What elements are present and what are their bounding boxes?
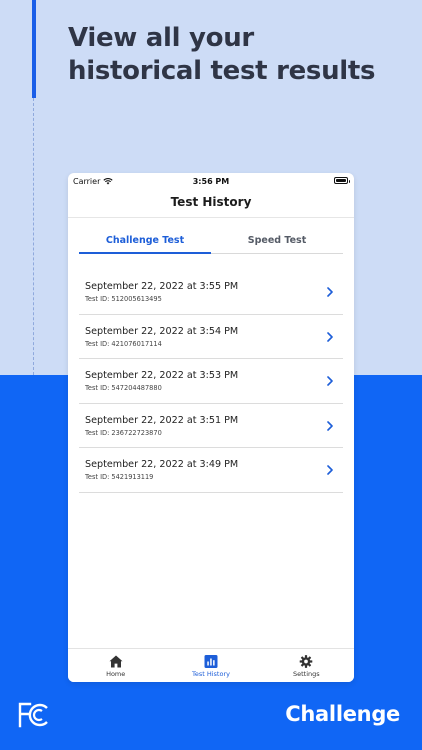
chevron-right-icon <box>327 376 333 386</box>
nav-divider <box>68 217 354 218</box>
list-item[interactable]: September 22, 2022 at 3:49 PM Test ID: 5… <box>79 448 343 493</box>
dashed-guide-line <box>33 98 34 375</box>
result-test-id: Test ID: 5421913119 <box>85 473 154 481</box>
phone-screen: Carrier 3:56 PM Test History Challenge T… <box>68 173 354 682</box>
result-test-id: Test ID: 512005613495 <box>85 295 162 303</box>
result-date: September 22, 2022 at 3:53 PM <box>85 370 239 381</box>
bottom-tab-bar: Home Test History Settings <box>68 648 354 682</box>
chart-icon <box>204 655 218 668</box>
list-item[interactable]: September 22, 2022 at 3:54 PM Test ID: 4… <box>79 315 343 359</box>
tabbar-item-test-history[interactable]: Test History <box>163 649 258 682</box>
tabbar-item-home[interactable]: Home <box>68 649 163 682</box>
result-date: September 22, 2022 at 3:54 PM <box>85 325 239 337</box>
result-date: September 22, 2022 at 3:49 PM <box>85 459 239 470</box>
result-test-id: Test ID: 547204487880 <box>85 384 162 392</box>
tabbar-label-home: Home <box>106 670 126 678</box>
fcc-logo <box>18 702 48 728</box>
battery-icon <box>334 177 350 184</box>
tab-speed-test[interactable]: Speed Test <box>211 233 343 253</box>
promo-headline: View all your historical test results <box>68 23 376 86</box>
home-icon <box>109 655 123 668</box>
results-list: September 22, 2022 at 3:55 PM Test ID: 5… <box>79 270 343 493</box>
nav-title: Test History <box>170 195 252 209</box>
accent-bar <box>32 0 36 98</box>
chevron-right-icon <box>327 331 333 342</box>
list-item[interactable]: September 22, 2022 at 3:55 PM Test ID: 5… <box>79 270 343 315</box>
tab-challenge-test[interactable]: Challenge Test <box>79 233 211 254</box>
challenge-logo: Challenge <box>285 702 400 726</box>
chevron-right-icon <box>327 420 333 431</box>
chevron-right-icon <box>327 287 333 297</box>
status-time: 3:56 PM <box>192 177 230 186</box>
result-test-id: Test ID: 236722723870 <box>85 428 162 437</box>
segment-tabs: Challenge Test Speed Test <box>79 233 343 254</box>
list-item[interactable]: September 22, 2022 at 3:51 PM Test ID: 2… <box>79 404 343 448</box>
chevron-right-icon <box>327 465 333 475</box>
result-test-id: Test ID: 421076017114 <box>85 339 162 348</box>
status-bar: Carrier 3:56 PM <box>68 173 354 189</box>
result-date: September 22, 2022 at 3:55 PM <box>85 281 239 292</box>
gear-icon <box>299 655 313 668</box>
list-item[interactable]: September 22, 2022 at 3:53 PM Test ID: 5… <box>79 359 343 404</box>
tabbar-label-settings: Settings <box>292 670 320 678</box>
tabbar-item-settings[interactable]: Settings <box>259 649 354 682</box>
tabbar-label-test-history: Test History <box>191 670 230 678</box>
result-date: September 22, 2022 at 3:51 PM <box>85 414 239 426</box>
